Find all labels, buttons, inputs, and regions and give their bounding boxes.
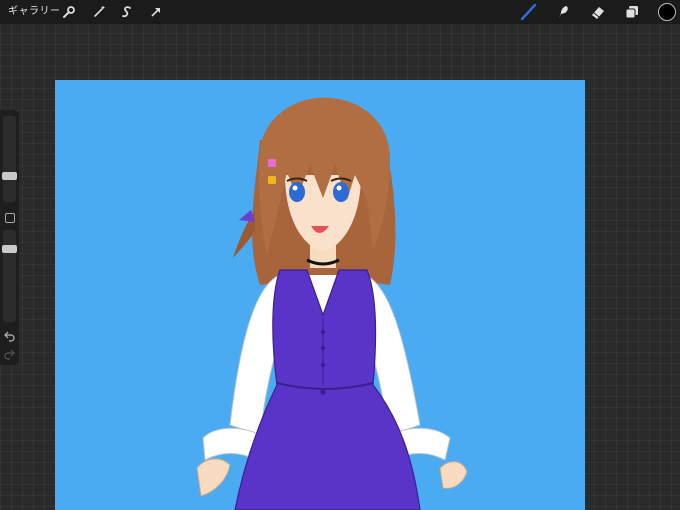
smudge-tool[interactable]: [554, 3, 572, 21]
opacity-thumb[interactable]: [2, 245, 17, 253]
drawing-canvas[interactable]: [55, 80, 585, 510]
actions-button[interactable]: [60, 3, 78, 21]
transform-button[interactable]: [147, 3, 165, 21]
brush-size-slider[interactable]: [2, 116, 17, 202]
left-sidebar: [0, 110, 19, 365]
gallery-button[interactable]: ギャラリー: [8, 4, 61, 20]
redo-icon[interactable]: [3, 348, 16, 361]
modify-button[interactable]: [5, 213, 15, 223]
brush-icon: [520, 3, 537, 21]
wrench-icon: [63, 6, 75, 18]
top-toolbar: ギャラリー: [0, 0, 680, 24]
layers-icon: [625, 6, 638, 19]
layers-button[interactable]: [623, 3, 641, 21]
color-swatch: [658, 3, 676, 21]
selection-button[interactable]: [118, 3, 136, 21]
undo-icon[interactable]: [3, 330, 16, 343]
color-button[interactable]: [656, 1, 678, 23]
brush-size-thumb[interactable]: [2, 172, 17, 180]
transform-arrow-icon: [151, 8, 160, 17]
selection-s-icon: [122, 6, 131, 18]
eraser-tool[interactable]: [589, 3, 607, 21]
adjustments-button[interactable]: [90, 3, 108, 21]
magic-wand-icon: [94, 6, 105, 17]
opacity-slider[interactable]: [2, 230, 17, 322]
smudge-icon: [559, 6, 568, 18]
character-illustration: [196, 97, 468, 510]
brush-tool[interactable]: [520, 3, 538, 21]
eraser-icon: [592, 7, 604, 19]
